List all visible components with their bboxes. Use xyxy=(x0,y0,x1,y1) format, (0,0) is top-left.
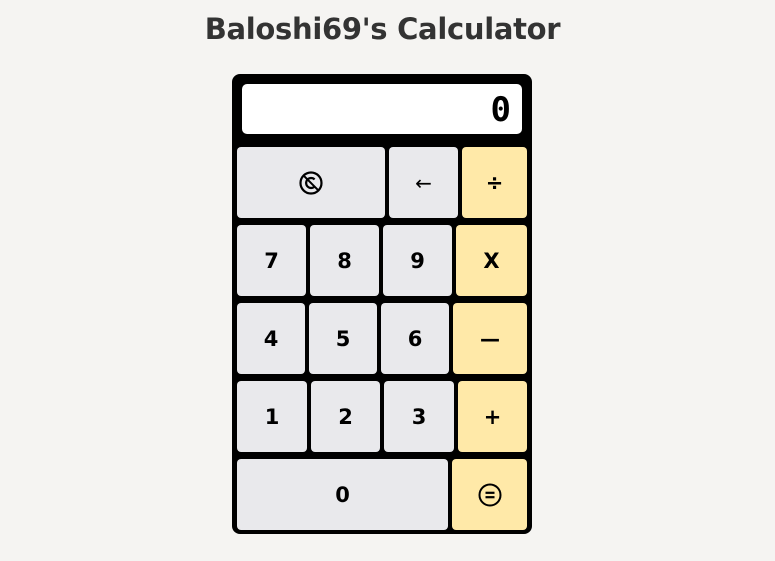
subtract-label: — xyxy=(480,326,500,351)
clear-button[interactable] xyxy=(237,147,385,218)
multiply-button[interactable]: X xyxy=(456,225,527,296)
digit-7-label: 7 xyxy=(264,248,279,273)
digit-1-button[interactable]: 1 xyxy=(237,381,307,452)
digit-5-label: 5 xyxy=(335,326,351,351)
digit-6-button[interactable]: 6 xyxy=(381,303,449,374)
equals-button[interactable] xyxy=(452,459,527,530)
calculator: 0 ← ÷ 7 8 9 X 4 5 6 — 1 2 3 + 0 xyxy=(232,74,532,534)
digit-4-label: 4 xyxy=(263,326,279,351)
subtract-button[interactable]: — xyxy=(453,303,527,374)
digit-9-label: 9 xyxy=(410,248,425,273)
add-button[interactable]: + xyxy=(458,381,527,452)
multiply-label: X xyxy=(483,248,500,273)
add-label: + xyxy=(483,404,502,429)
digit-3-label: 3 xyxy=(411,404,427,429)
digit-1-label: 1 xyxy=(264,404,280,429)
digit-4-button[interactable]: 4 xyxy=(237,303,305,374)
circled-c-icon xyxy=(298,170,324,196)
backspace-label: ← xyxy=(415,170,432,195)
digit-2-button[interactable]: 2 xyxy=(311,381,380,452)
backspace-button[interactable]: ← xyxy=(389,147,458,218)
divide-label: ÷ xyxy=(485,170,504,195)
digit-6-label: 6 xyxy=(407,326,423,351)
digit-8-button[interactable]: 8 xyxy=(310,225,379,296)
divide-button[interactable]: ÷ xyxy=(462,147,527,218)
digit-8-label: 8 xyxy=(337,248,352,273)
display: 0 xyxy=(242,84,522,134)
circled-equals-icon xyxy=(477,482,503,508)
digit-2-label: 2 xyxy=(338,404,353,429)
digit-5-button[interactable]: 5 xyxy=(309,303,377,374)
page-title: Baloshi69's Calculator xyxy=(204,12,561,46)
digit-0-button[interactable]: 0 xyxy=(237,459,448,530)
digit-9-button[interactable]: 9 xyxy=(383,225,452,296)
digit-3-button[interactable]: 3 xyxy=(384,381,454,452)
digit-7-button[interactable]: 7 xyxy=(237,225,306,296)
digit-0-label: 0 xyxy=(335,482,350,507)
